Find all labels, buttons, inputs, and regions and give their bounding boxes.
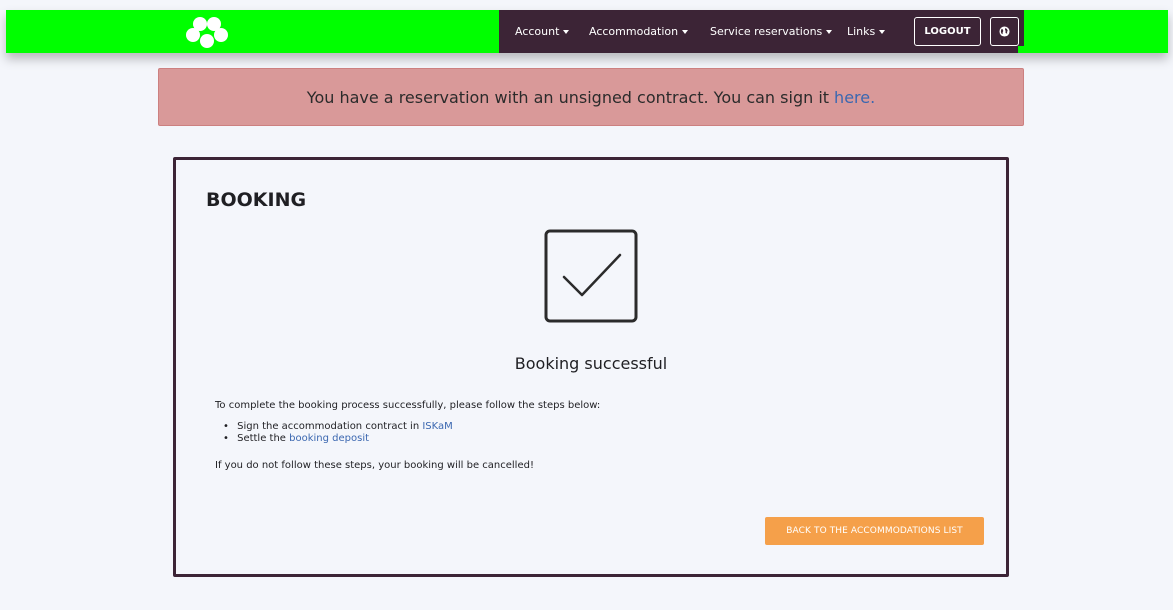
caret-down-icon — [879, 29, 886, 34]
nav-service-reservations[interactable]: Service reservations — [710, 10, 833, 53]
iskam-link[interactable]: ISKaM — [422, 421, 452, 432]
caret-down-icon — [826, 29, 833, 34]
step-text: Settle the — [237, 433, 286, 444]
cancellation-warning: If you do not follow these steps, your b… — [215, 460, 534, 471]
sign-contract-link[interactable]: here. — [834, 88, 875, 107]
step-text: Sign the accommodation contract in — [237, 421, 420, 432]
nav-account-label: Account — [515, 25, 560, 38]
booking-deposit-link[interactable]: booking deposit — [289, 433, 369, 444]
main-nav: Account Accommodation Service reservatio… — [499, 10, 1024, 53]
nav-links[interactable]: Links — [847, 10, 886, 53]
hexagon-cluster-logo[interactable] — [184, 14, 230, 48]
nav-accent — [1018, 46, 1026, 53]
language-button[interactable] — [990, 17, 1019, 46]
booking-card: BOOKING Booking successful To complete t… — [173, 157, 1009, 577]
nav-accommodation-label: Accommodation — [589, 25, 679, 38]
unsigned-contract-alert: You have a reservation with an unsigned … — [158, 68, 1024, 126]
instructions-text: To complete the booking process successf… — [215, 400, 601, 411]
back-to-accommodations-button[interactable]: BACK TO THE ACCOMMODATIONS LIST — [765, 517, 984, 545]
checkmark-box-icon — [544, 229, 638, 323]
nav-links-label: Links — [847, 25, 876, 38]
page-title: BOOKING — [206, 189, 307, 211]
top-bar: Account Accommodation Service reservatio… — [6, 10, 1168, 53]
list-item: Sign the accommodation contract in ISKaM — [223, 421, 453, 433]
caret-down-icon — [563, 29, 570, 34]
alert-message: You have a reservation with an unsigned … — [306, 87, 830, 107]
nav-account[interactable]: Account — [515, 10, 570, 53]
success-message: Booking successful — [514, 354, 668, 373]
caret-down-icon — [682, 29, 689, 34]
globe-icon — [999, 26, 1010, 37]
nav-service-reservations-label: Service reservations — [710, 25, 823, 38]
list-item: Settle the booking deposit — [223, 433, 453, 445]
nav-accommodation[interactable]: Accommodation — [589, 10, 689, 53]
logout-button[interactable]: LOGOUT — [914, 17, 981, 46]
steps-list: Sign the accommodation contract in ISKaM… — [223, 421, 453, 445]
